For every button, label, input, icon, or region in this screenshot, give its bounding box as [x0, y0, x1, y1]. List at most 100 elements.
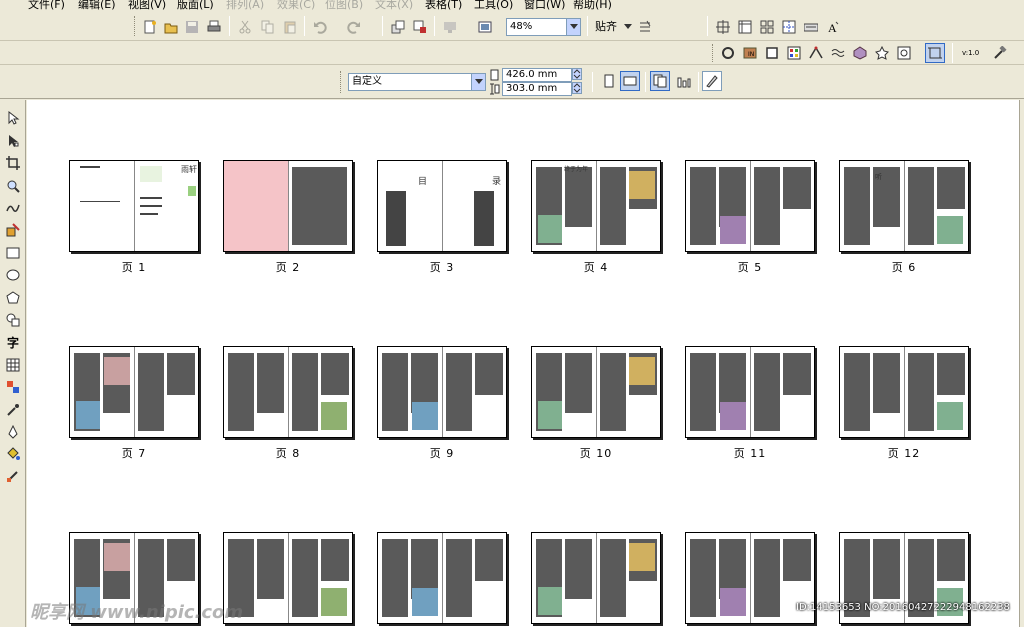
export-icon[interactable]	[412, 19, 428, 35]
basic-shapes-icon[interactable]	[5, 312, 21, 328]
page-thumbnail[interactable]	[685, 346, 815, 438]
document-canvas[interactable]: 页 1 页 2 页 3 页 4 页 5 页 6 页 7 页 8 页 9 页 10 页 11 页 12 雨…	[27, 100, 1021, 627]
height-spinner[interactable]	[572, 82, 582, 94]
menu-item[interactable]: 表格(T)	[425, 0, 462, 12]
envelope-icon[interactable]	[808, 45, 824, 61]
menu-item[interactable]: 帮助(H)	[573, 0, 612, 12]
text-column	[80, 166, 100, 168]
zoom-tool-icon[interactable]	[5, 178, 21, 194]
bitmap-icon[interactable]: IN	[742, 45, 758, 61]
interactive-blend-icon[interactable]	[5, 379, 21, 395]
star-icon[interactable]	[874, 45, 890, 61]
rectangle-tool-icon[interactable]	[5, 245, 21, 261]
options-icon[interactable]	[637, 19, 653, 35]
undo-icon[interactable]	[312, 19, 328, 35]
page-thumbnail[interactable]	[839, 346, 969, 438]
page-thumbnail[interactable]	[69, 160, 199, 252]
toolbar-grip[interactable]	[340, 71, 343, 93]
text-column	[600, 539, 626, 617]
menu-item[interactable]: 效果(C)	[277, 0, 315, 12]
menu-item[interactable]: 窗口(W)	[524, 0, 565, 12]
snap-to-label[interactable]: 贴齐	[595, 20, 617, 34]
smart-fill-icon[interactable]	[5, 222, 21, 238]
paste-icon[interactable]	[282, 19, 298, 35]
copy-icon[interactable]	[260, 19, 276, 35]
text-properties-icon[interactable]: A	[825, 19, 841, 35]
portrait-icon[interactable]	[601, 73, 617, 89]
interactive-fill-icon[interactable]	[5, 468, 21, 484]
page-thumbnail[interactable]	[223, 346, 353, 438]
table-tool-icon[interactable]	[5, 357, 21, 373]
extrude-icon[interactable]	[852, 45, 868, 61]
page-thumbnail[interactable]	[685, 160, 815, 252]
menu-item[interactable]: 文本(X)	[375, 0, 413, 12]
page-spine	[288, 347, 289, 437]
text-tool-icon[interactable]: 字	[5, 334, 21, 350]
application-launcher-icon[interactable]	[442, 19, 458, 35]
pick-tool-icon[interactable]	[5, 110, 21, 126]
vertical-scrollbar[interactable]	[1019, 100, 1024, 627]
page-thumbnail[interactable]	[377, 346, 507, 438]
menu-item[interactable]: 编辑(E)	[78, 0, 116, 12]
page-width-input[interactable]: 426.0 mm	[502, 68, 572, 82]
rectangle-shape-icon[interactable]	[764, 45, 780, 61]
page-height-input[interactable]: 303.0 mm	[502, 82, 572, 96]
menu-item[interactable]: 版面(L)	[177, 0, 214, 12]
page-image	[412, 402, 438, 430]
page-thumbnail[interactable]	[531, 346, 661, 438]
open-folder-icon[interactable]	[163, 19, 179, 35]
transform-icon[interactable]	[925, 43, 945, 63]
freehand-tool-icon[interactable]	[5, 200, 21, 216]
hammer-icon[interactable]	[992, 45, 1008, 61]
all-pages-icon[interactable]	[650, 71, 670, 91]
toolbar-grip[interactable]	[134, 16, 137, 36]
paper-size-combo[interactable]: 自定义	[348, 73, 486, 91]
new-document-icon[interactable]	[142, 19, 158, 35]
color-palette-icon[interactable]	[786, 45, 802, 61]
keyboard-icon[interactable]	[803, 19, 819, 35]
eyedropper-icon[interactable]	[5, 402, 21, 418]
menu-item[interactable]: 位图(B)	[325, 0, 363, 12]
show-grid-icon[interactable]	[759, 19, 775, 35]
chevron-down-icon[interactable]	[566, 19, 580, 35]
text-column	[565, 539, 592, 599]
print-icon[interactable]	[206, 19, 222, 35]
outline-pen-icon[interactable]	[5, 424, 21, 440]
width-spinner[interactable]	[572, 68, 582, 80]
cut-icon[interactable]	[237, 19, 253, 35]
menu-item[interactable]: 工具(O)	[474, 0, 513, 12]
menu-item[interactable]: 文件(F)	[28, 0, 65, 12]
show-rulers-icon[interactable]	[737, 19, 753, 35]
fill-bucket-icon[interactable]	[5, 446, 21, 462]
text-column	[138, 353, 164, 431]
landscape-icon[interactable]	[620, 71, 640, 91]
shape-tool-icon[interactable]	[5, 133, 21, 149]
menu-item[interactable]: 视图(V)	[128, 0, 166, 12]
page-thumbnail[interactable]	[531, 532, 661, 624]
chevron-down-icon[interactable]	[471, 74, 485, 90]
save-icon[interactable]	[184, 19, 200, 35]
ellipse-tool-icon[interactable]	[5, 267, 21, 283]
page-thumbnail[interactable]	[377, 532, 507, 624]
page-thumbnail[interactable]	[377, 160, 507, 252]
pick-tool-icon[interactable]	[720, 45, 736, 61]
current-page-icon[interactable]	[676, 73, 692, 89]
full-screen-icon[interactable]	[715, 19, 731, 35]
crop-tool-icon[interactable]	[5, 155, 21, 171]
menu-item[interactable]: 排列(A)	[226, 0, 264, 12]
chevron-down-icon[interactable]	[620, 19, 636, 35]
welcome-screen-icon[interactable]	[477, 19, 493, 35]
polygon-tool-icon[interactable]	[5, 290, 21, 306]
show-guidelines-icon[interactable]	[781, 19, 797, 35]
toolbar-grip[interactable]	[712, 44, 715, 62]
page-thumbnail[interactable]	[223, 160, 353, 252]
blend-icon[interactable]	[830, 45, 846, 61]
redo-icon[interactable]	[346, 19, 362, 35]
page-thumbnail[interactable]	[531, 160, 661, 252]
zoom-level-combo[interactable]: 48%	[506, 18, 581, 36]
distort-icon[interactable]	[896, 45, 912, 61]
page-thumbnail[interactable]	[69, 346, 199, 438]
edit-units-icon[interactable]	[702, 71, 722, 91]
page-thumbnail[interactable]	[839, 160, 969, 252]
import-icon[interactable]	[390, 19, 406, 35]
